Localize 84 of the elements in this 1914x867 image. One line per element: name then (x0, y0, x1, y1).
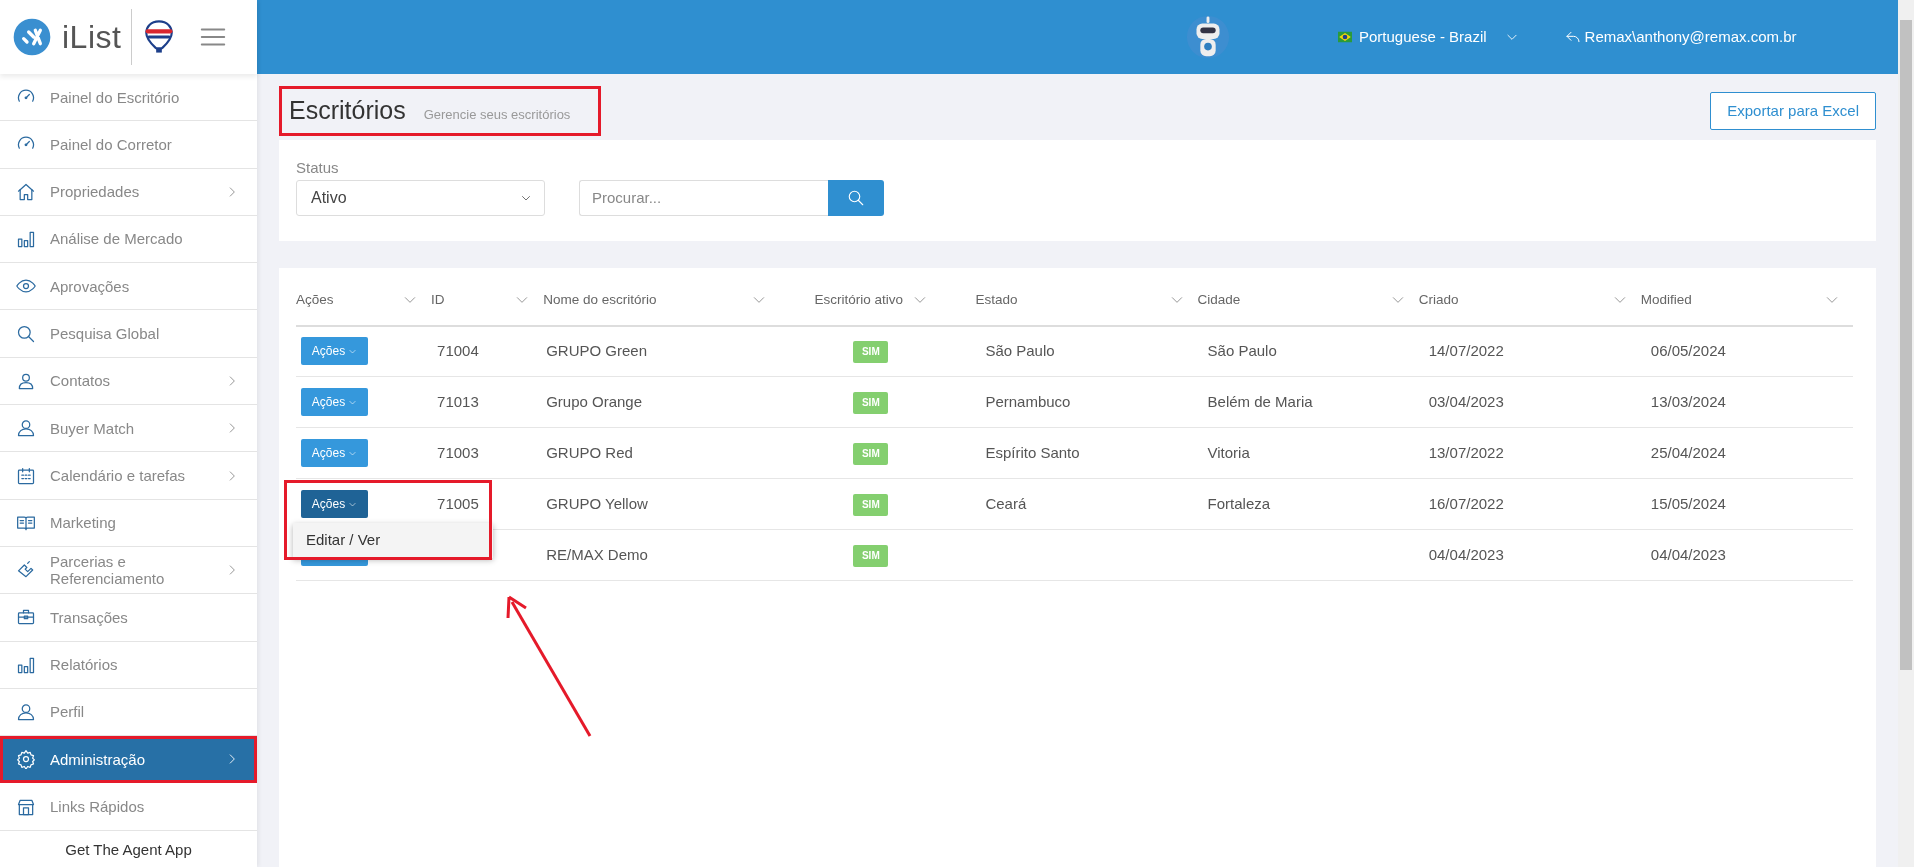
active-tag: SIM (853, 443, 889, 465)
sidebar-item[interactable]: Contatos (0, 357, 257, 406)
search-button[interactable] (828, 179, 884, 216)
column-header[interactable]: Estado (975, 289, 1018, 311)
sidebar-item[interactable]: Painel do Corretor (0, 121, 257, 169)
sidebar-item[interactable]: Calendário e tarefas (0, 452, 257, 500)
active-tag: SIM (853, 392, 889, 414)
sidebar-item[interactable]: Parcerias e Referenciamento (0, 546, 257, 595)
column-header[interactable]: Escritório ativo (814, 289, 904, 311)
logo-mark-icon (12, 17, 52, 57)
export-excel-button[interactable]: Exportar para Excel (1710, 91, 1876, 131)
brazil-flag-icon (1335, 30, 1355, 44)
column-header[interactable]: Modified (1640, 289, 1692, 311)
actions-dropdown-button[interactable]: Ações (301, 388, 368, 416)
actions-dropdown-button[interactable]: Ações (301, 337, 368, 366)
table-cell: 15/05/2024 (1650, 494, 1726, 512)
table-cell: Ceará (985, 494, 1027, 512)
table-cell: São Paulo (1207, 342, 1277, 359)
column-header[interactable]: ID (431, 289, 445, 311)
reply-arrow-icon (1564, 29, 1581, 45)
status-select[interactable]: Ativo (296, 179, 545, 216)
sidebar-item[interactable]: Buyer Match (0, 405, 257, 453)
search-icon (16, 323, 36, 344)
settings-icon (16, 749, 36, 770)
column-header[interactable]: Cidade (1197, 289, 1241, 311)
active-tag: SIM (853, 545, 889, 567)
status-label: Status (296, 158, 340, 178)
table-cell: 04/04/2023 (1650, 545, 1726, 563)
brand-name: iList (62, 18, 122, 57)
table-cell: Grupo Orange (546, 392, 643, 410)
actions-dropdown-menu[interactable]: Editar / Ver (293, 523, 493, 558)
column-header[interactable]: Ações (296, 289, 334, 311)
column-header[interactable]: Nome do escritório (543, 289, 657, 311)
table-cell: Belém de Maria (1207, 392, 1313, 410)
active-tag: SIM (853, 341, 889, 364)
table-cell: 03/04/2023 (1428, 392, 1504, 410)
user-account-link[interactable]: Remax\anthony@remax.com.br (1564, 25, 1797, 49)
table-cell: 14/07/2022 (1428, 342, 1504, 359)
active-tag: SIM (853, 494, 889, 516)
ilist-logo[interactable] (12, 17, 52, 57)
sidebar-item[interactable]: Propriedades (0, 168, 257, 216)
table-cell: 04/04/2023 (1428, 545, 1504, 563)
table-cell: Fortaleza (1207, 494, 1271, 512)
sidebar-item[interactable]: Relatórios (0, 641, 257, 689)
table-cell: GRUPO Red (546, 443, 633, 461)
table-cell: GRUPO Green (546, 342, 647, 359)
table-cell: Vitoria (1207, 443, 1250, 461)
search-field[interactable]: Procurar... (579, 179, 828, 216)
table-cell: Espírito Santo (985, 443, 1080, 461)
person-icon (16, 702, 36, 722)
calendar-icon (16, 465, 36, 486)
table-cell: RE/MAX Demo (546, 545, 648, 563)
actions-dropdown-button[interactable]: Ações (301, 490, 368, 518)
sidebar-item[interactable]: Transações (0, 594, 257, 642)
table-cell: 71004 (437, 342, 479, 359)
table-cell: São Paulo (985, 342, 1055, 359)
sidebar-item[interactable]: Painel do Escritório (0, 74, 257, 122)
sidebar-item[interactable]: Análise de Mercado (0, 215, 257, 264)
app-promo-text: Get The Agent App (64, 839, 193, 860)
column-header[interactable]: Criado (1418, 289, 1459, 311)
table-cell: GRUPO Yellow (546, 494, 648, 512)
sidebar-item[interactable]: Links Rápidos (0, 783, 257, 831)
table-cell: Pernambuco (985, 392, 1071, 410)
table-cell: 25/04/2024 (1650, 443, 1726, 461)
page-subtitle: Gerencie seus escritórios (423, 106, 571, 124)
actions-dropdown-button[interactable]: Ações (301, 439, 368, 467)
page-title: Escritórios (289, 95, 406, 125)
table-cell: 71003 (437, 443, 479, 461)
sidebar-item[interactable]: Marketing (0, 499, 257, 547)
home-icon (16, 181, 36, 202)
language-selector[interactable]: Portuguese - Brazil (1323, 19, 1531, 55)
search-icon (847, 188, 865, 207)
table-cell: 71013 (437, 392, 479, 410)
sidebar-item[interactable]: Aprovações (0, 263, 257, 311)
table-cell: 16/07/2022 (1428, 494, 1504, 512)
sidebar-item[interactable]: Pesquisa Global (0, 310, 257, 358)
table-cell: 71005 (437, 494, 479, 512)
person-icon (16, 418, 36, 439)
table-cell: 13/03/2024 (1650, 392, 1726, 410)
table-cell: 13/07/2022 (1428, 443, 1504, 461)
scrollbar[interactable] (1898, 0, 1914, 867)
bar-chart-icon (16, 229, 36, 250)
table-cell: 06/05/2024 (1650, 342, 1726, 359)
sidebar-item[interactable]: Administração (0, 736, 257, 784)
